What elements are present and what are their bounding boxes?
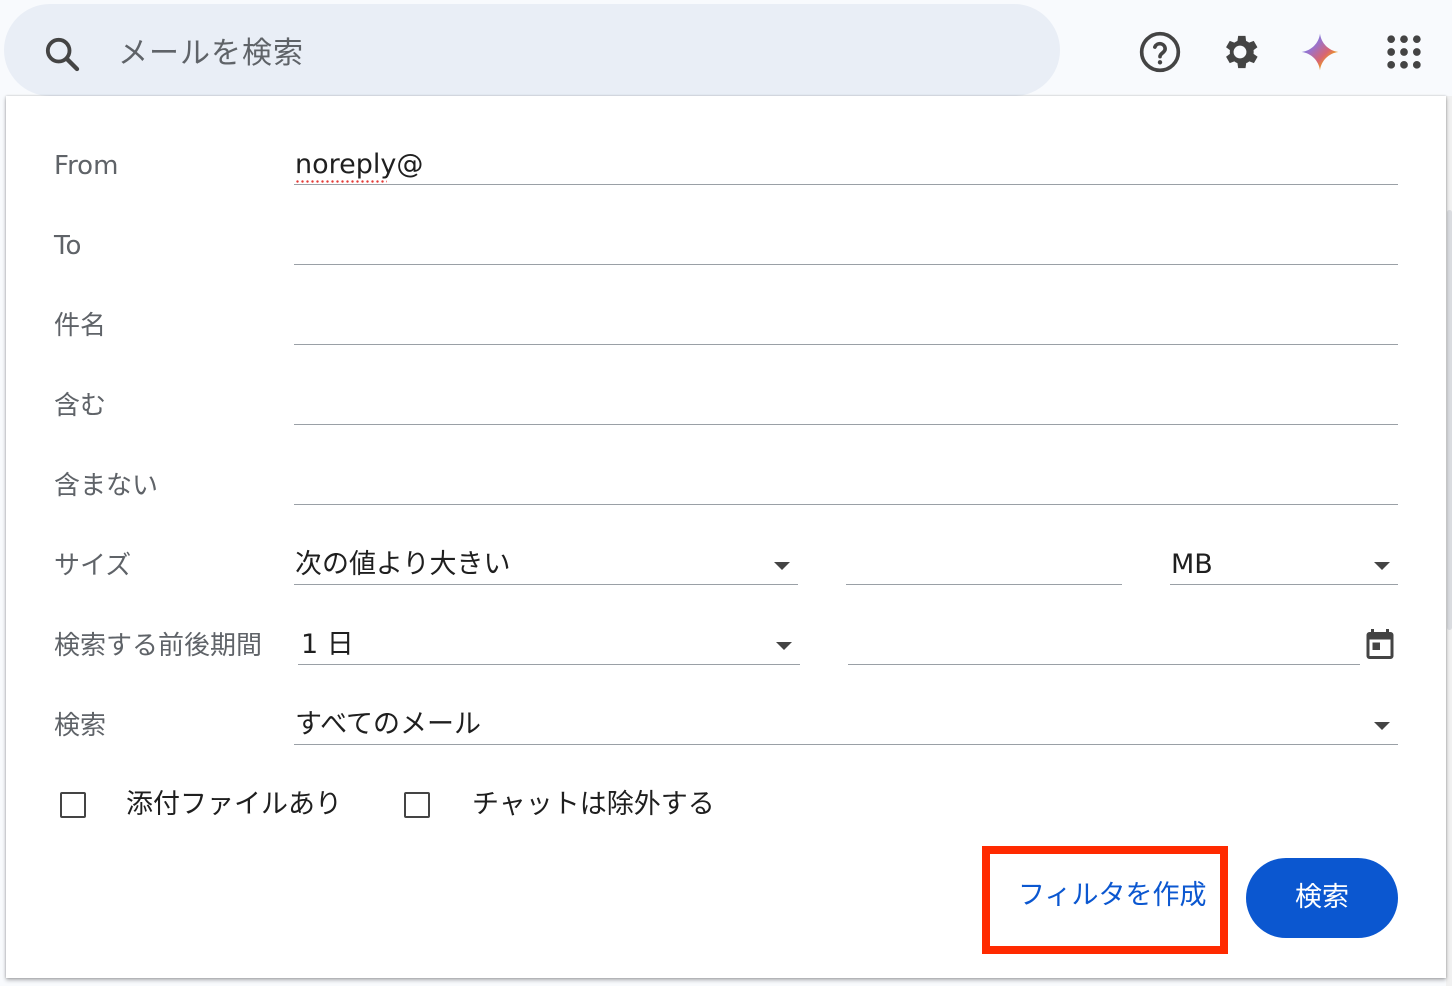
help-icon[interactable] (1138, 30, 1182, 74)
date-field[interactable] (848, 626, 1360, 665)
size-unit-value[interactable]: MB (1171, 546, 1213, 584)
advanced-search-panel: From noreply@ To 件名 含む 含まない サイズ 次の値より大きい… (6, 96, 1446, 978)
size-unit-select[interactable]: MB (1170, 546, 1398, 585)
chevron-down-icon[interactable] (776, 642, 792, 650)
exclude-chats-checkbox[interactable] (404, 792, 430, 818)
search-in-select[interactable]: すべてのメール (294, 706, 1398, 745)
subject-field[interactable] (294, 306, 1398, 345)
has-words-field[interactable] (294, 386, 1398, 425)
date-within-select[interactable]: 1 日 (298, 626, 800, 665)
search-in-label: 検索 (54, 711, 107, 741)
exclude-chats-label[interactable]: チャットは除外する (472, 787, 715, 823)
search-in-value[interactable]: すべてのメール (295, 706, 481, 744)
has-words-label: 含む (54, 391, 107, 421)
chevron-down-icon[interactable] (1374, 722, 1390, 730)
size-operator-select[interactable]: 次の値より大きい (294, 546, 798, 585)
highlight-box: フィルタを作成 (982, 846, 1228, 954)
chevron-down-icon[interactable] (1374, 562, 1390, 570)
size-value-field[interactable] (846, 546, 1122, 585)
from-label: From (54, 151, 119, 181)
date-within-label: 検索する前後期間 (54, 631, 263, 661)
date-within-value[interactable]: 1 日 (301, 626, 354, 664)
spellcheck-underline (295, 180, 387, 183)
to-label: To (54, 231, 82, 261)
has-attachment-checkbox[interactable] (60, 792, 86, 818)
doesnt-have-field[interactable] (294, 466, 1398, 505)
from-value[interactable]: noreply@ (295, 146, 423, 184)
settings-icon[interactable] (1218, 30, 1262, 74)
search-icon[interactable] (42, 34, 82, 74)
search-bar[interactable]: メールを検索 (4, 4, 1060, 96)
size-label: サイズ (54, 551, 132, 581)
to-field[interactable] (294, 226, 1398, 265)
calendar-icon[interactable] (1362, 626, 1398, 662)
doesnt-have-label: 含まない (54, 471, 159, 501)
size-operator-value[interactable]: 次の値より大きい (295, 546, 510, 584)
create-filter-button[interactable]: フィルタを作成 (1018, 876, 1206, 916)
has-attachment-label[interactable]: 添付ファイルあり (126, 787, 342, 823)
subject-label: 件名 (54, 311, 107, 341)
gemini-icon[interactable] (1298, 30, 1342, 74)
apps-grid-icon[interactable] (1382, 30, 1426, 74)
search-input-placeholder[interactable]: メールを検索 (118, 34, 304, 74)
search-button[interactable]: 検索 (1246, 858, 1398, 938)
scrollbar-thumb[interactable] (1447, 210, 1452, 630)
chevron-down-icon[interactable] (774, 562, 790, 570)
from-field[interactable]: noreply@ (294, 146, 1398, 185)
